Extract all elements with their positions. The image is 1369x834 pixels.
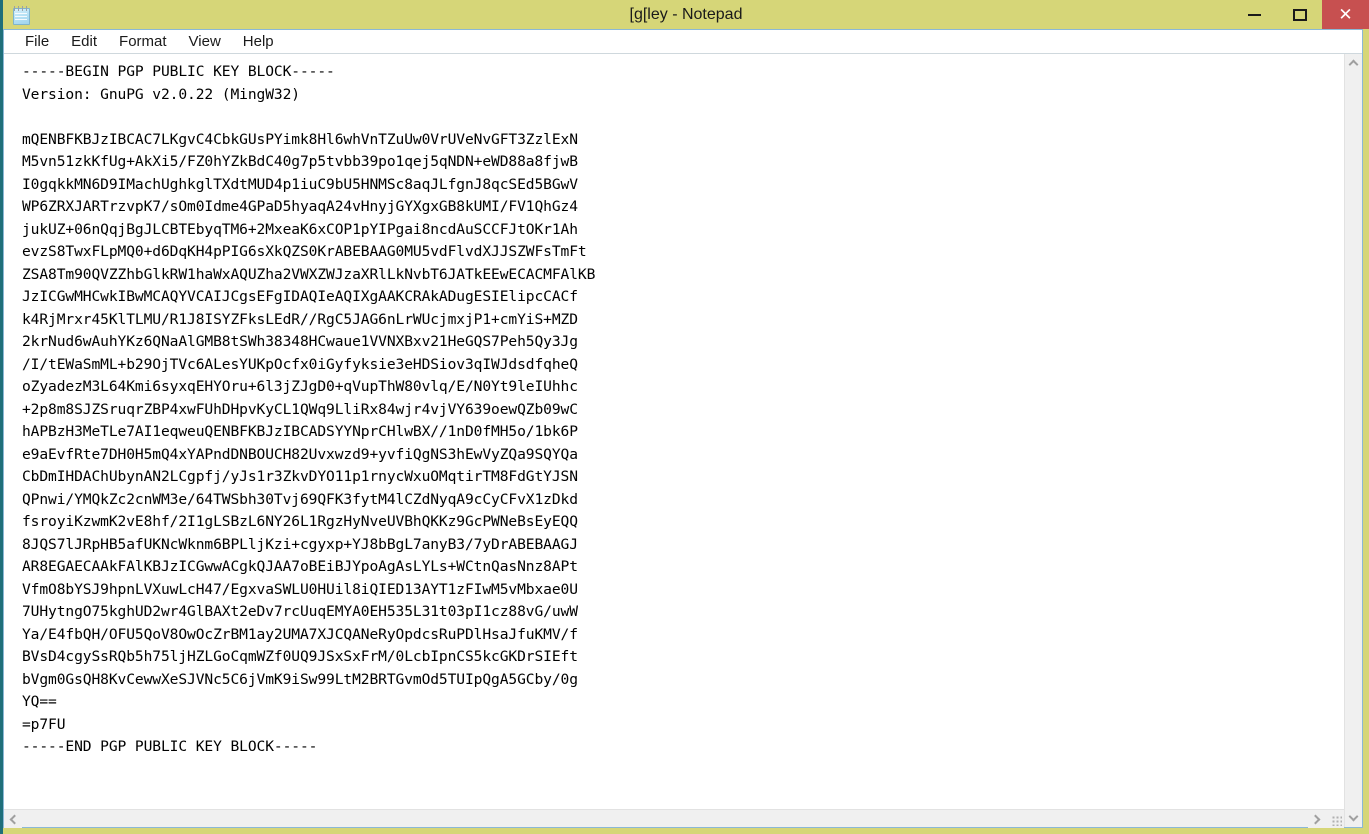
editor-region: -----BEGIN PGP PUBLIC KEY BLOCK----- Ver… — [4, 54, 1362, 828]
menu-item-format[interactable]: Format — [108, 30, 178, 53]
notepad-icon — [12, 5, 32, 26]
chevron-down-icon — [1348, 811, 1359, 822]
scroll-down-button[interactable] — [1345, 809, 1362, 827]
menu-item-help[interactable]: Help — [232, 30, 285, 53]
scroll-right-button[interactable] — [1308, 810, 1326, 828]
menu-item-edit[interactable]: Edit — [60, 30, 108, 53]
menu-bar: File Edit Format View Help — [4, 30, 1362, 54]
scroll-up-button[interactable] — [1345, 54, 1362, 72]
horizontal-scroll-track[interactable] — [22, 810, 1308, 827]
minimize-icon — [1248, 13, 1261, 16]
menu-item-view[interactable]: View — [178, 30, 232, 53]
chevron-right-icon — [1310, 814, 1321, 824]
vertical-scrollbar[interactable] — [1344, 54, 1362, 827]
close-button[interactable]: ✕ — [1322, 0, 1369, 29]
window-title: [g[ley - Notepad — [629, 6, 743, 23]
maximize-button[interactable] — [1277, 0, 1322, 29]
resize-grip[interactable] — [1326, 810, 1344, 828]
editor-column: -----BEGIN PGP PUBLIC KEY BLOCK----- Ver… — [4, 54, 1344, 828]
scroll-left-button[interactable] — [4, 810, 22, 828]
chevron-left-icon — [9, 814, 20, 824]
minimize-button[interactable] — [1232, 0, 1277, 29]
window-client-area: File Edit Format View Help -----BEGIN PG… — [3, 29, 1363, 828]
horizontal-scrollbar[interactable] — [4, 810, 1326, 828]
menu-item-file[interactable]: File — [14, 30, 60, 53]
text-editor[interactable]: -----BEGIN PGP PUBLIC KEY BLOCK----- Ver… — [4, 54, 1344, 809]
window-controls: ✕ — [1232, 0, 1369, 29]
vertical-scroll-track[interactable] — [1345, 72, 1362, 809]
maximize-icon — [1292, 8, 1307, 21]
chevron-up-icon — [1348, 59, 1359, 70]
notepad-window: [g[ley - Notepad ✕ File Edit Format View… — [0, 0, 1369, 834]
title-bar[interactable]: [g[ley - Notepad ✕ — [3, 0, 1369, 29]
horizontal-scrollbar-row — [4, 809, 1344, 828]
